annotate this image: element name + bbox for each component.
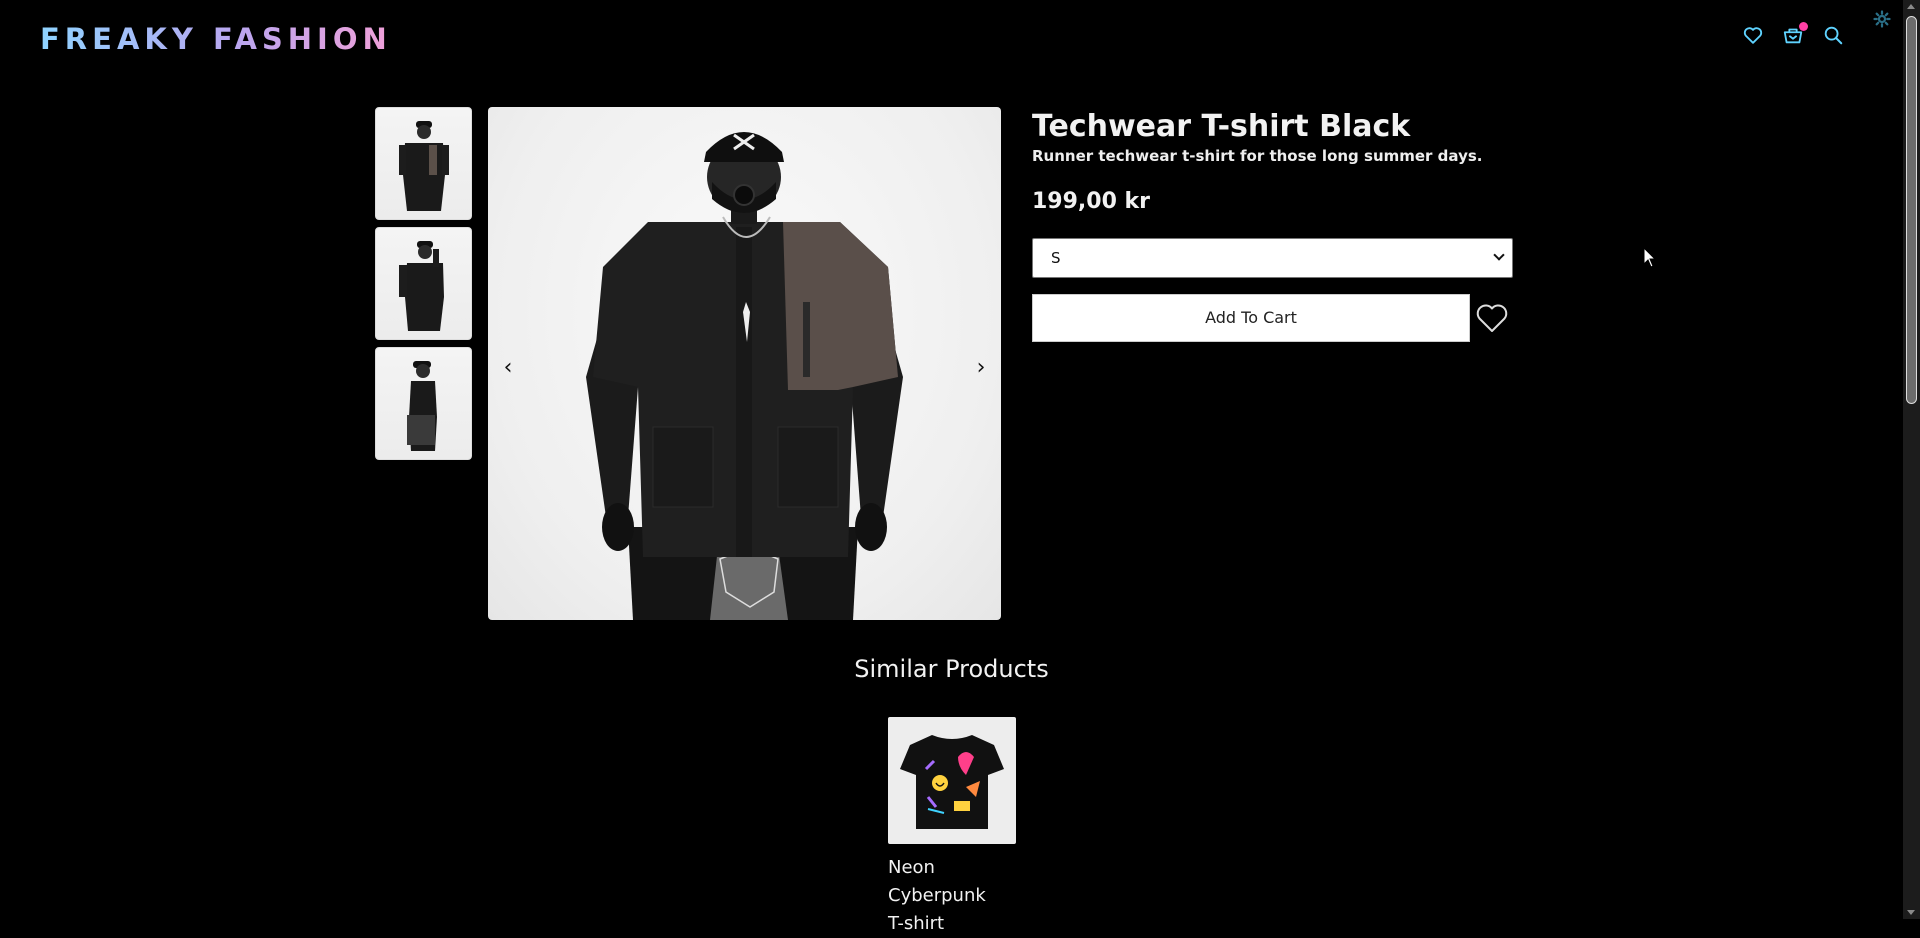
- search-icon[interactable]: [1822, 24, 1844, 46]
- scroll-thumb[interactable]: [1906, 16, 1917, 404]
- similar-product-card[interactable]: Neon Cyberpunk T-shirt: [888, 717, 1016, 938]
- cart-row: Add To Cart: [1032, 294, 1513, 342]
- product-title: Techwear T-shirt Black: [1032, 109, 1411, 144]
- heart-icon[interactable]: [1742, 24, 1764, 46]
- cart-icon[interactable]: [1782, 22, 1808, 46]
- settings-gear-icon[interactable]: [1873, 10, 1891, 28]
- page-scrollbar[interactable]: [1903, 0, 1920, 919]
- size-select[interactable]: S: [1032, 238, 1513, 278]
- product-description: Runner techwear t-shirt for those long s…: [1032, 147, 1483, 165]
- similar-products-heading: Similar Products: [854, 655, 1049, 683]
- similar-product-image[interactable]: [888, 717, 1016, 844]
- scroll-down-arrow[interactable]: [1907, 910, 1915, 915]
- product-price: 199,00 kr: [1032, 189, 1151, 214]
- cart-badge: [1799, 22, 1808, 31]
- similar-product-name[interactable]: Neon Cyberpunk T-shirt: [888, 854, 1003, 938]
- scroll-up-arrow[interactable]: [1907, 4, 1915, 9]
- chevron-down-icon: [1493, 249, 1505, 261]
- product-photo: [586, 132, 903, 620]
- thumbnail-list: [375, 107, 472, 467]
- add-to-cart-button[interactable]: Add To Cart: [1032, 294, 1470, 342]
- size-select-value: S: [1051, 249, 1061, 267]
- thumbnail-side[interactable]: [375, 227, 472, 340]
- wishlist-heart-icon[interactable]: [1474, 300, 1510, 336]
- product-info: Techwear T-shirt Black Runner techwear t…: [1032, 108, 1513, 342]
- gallery-prev-button[interactable]: ‹: [498, 355, 518, 380]
- thumbnail-profile[interactable]: [375, 347, 472, 460]
- gallery-next-button[interactable]: ›: [971, 355, 991, 380]
- mouse-cursor-icon: [1643, 247, 1657, 268]
- brand-logo[interactable]: FREAKY FASHION: [40, 22, 392, 56]
- product-main-image: ‹ ›: [488, 107, 1001, 620]
- thumbnail-front[interactable]: [375, 107, 472, 220]
- header-icons: [1742, 22, 1844, 46]
- site-header: FREAKY FASHION: [0, 0, 1900, 80]
